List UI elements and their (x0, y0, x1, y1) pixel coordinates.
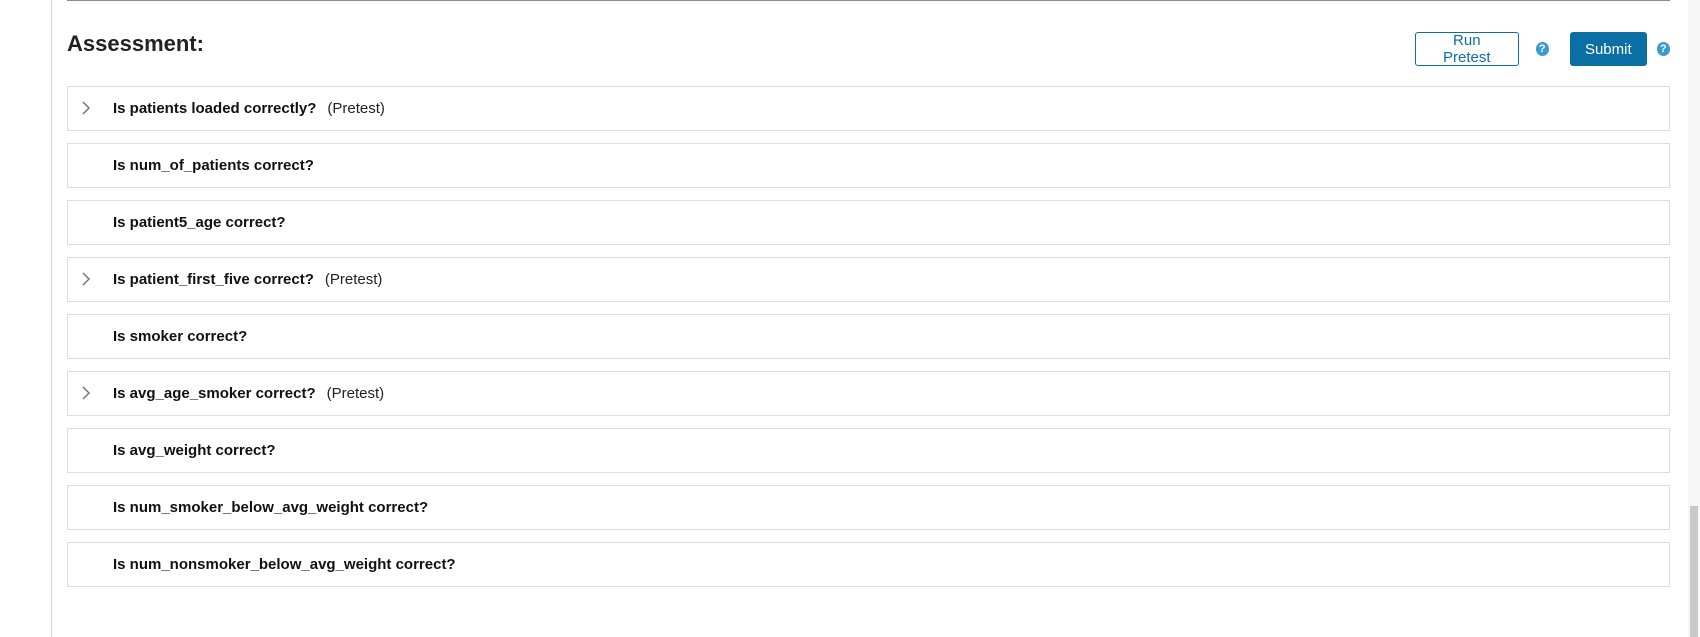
submit-button[interactable]: Submit (1569, 32, 1647, 66)
assessment-item-text: Is patient5_age correct? (113, 214, 286, 232)
submit-help-icon[interactable]: ? (1656, 42, 1670, 56)
assessment-item-text: Is avg_weight correct? (113, 442, 276, 460)
assessment-item[interactable]: Is num_of_patients correct? (67, 143, 1670, 188)
assessment-item-text: Is num_of_patients correct? (113, 157, 314, 175)
pretest-tag: (Pretest) (326, 385, 385, 402)
assessment-item-text: Is patient_first_five correct? (Pretest) (113, 271, 382, 289)
assessment-heading: Assessment: (67, 31, 204, 56)
section-divider (67, 0, 1670, 1)
assessment-item[interactable]: Is patients loaded correctly? (Pretest) (67, 86, 1670, 131)
assessment-item-title: Is smoker correct? (113, 328, 248, 345)
assessment-item[interactable]: Is patient5_age correct? (67, 200, 1670, 245)
assessment-item-text: Is smoker correct? (113, 328, 247, 346)
assessment-item-text: Is avg_age_smoker correct? (Pretest) (113, 385, 384, 403)
assessment-item-title: Is num_nonsmoker_below_avg_weight correc… (113, 556, 456, 573)
assessment-item-text: Is num_smoker_below_avg_weight correct? (113, 499, 428, 517)
assessment-item-title: Is patients loaded correctly? (113, 100, 317, 117)
assessment-item-title: Is num_of_patients correct? (113, 157, 314, 174)
pretest-tag: (Pretest) (324, 271, 383, 288)
chevron-right-icon[interactable] (80, 384, 92, 402)
content-left-border (51, 0, 52, 637)
pretest-tag: (Pretest) (327, 100, 385, 117)
assessment-list: Is patients loaded correctly? (Pretest) I… (67, 86, 1670, 599)
submit-wrapper: Submit (1569, 32, 1647, 66)
assessment-item[interactable]: Is smoker correct? (67, 314, 1670, 359)
assessment-item[interactable]: Is num_smoker_below_avg_weight correct? (67, 485, 1670, 530)
assessment-item-title: Is patient5_age correct? (113, 214, 286, 231)
chevron-right-icon[interactable] (80, 270, 92, 288)
scrollbar[interactable] (1688, 0, 1700, 637)
assessment-item-title: Is avg_age_smoker correct? (113, 385, 316, 402)
assessment-toolbar: Run Pretest ? Submit ? (1415, 32, 1670, 66)
assessment-item[interactable]: Is avg_weight correct? (67, 428, 1670, 473)
chevron-right-icon[interactable] (80, 99, 92, 117)
assessment-item-text: Is num_nonsmoker_below_avg_weight correc… (113, 556, 456, 574)
run-pretest-button[interactable]: Run Pretest (1415, 32, 1519, 66)
assessment-item[interactable]: Is num_nonsmoker_below_avg_weight correc… (67, 542, 1670, 587)
assessment-item[interactable]: Is avg_age_smoker correct? (Pretest) (67, 371, 1670, 416)
assessment-item-title: Is patient_first_five correct? (113, 271, 314, 288)
assessment-item[interactable]: Is patient_first_five correct? (Pretest) (67, 257, 1670, 302)
assessment-item-title: Is num_smoker_below_avg_weight correct? (113, 499, 429, 516)
page: Assessment: Run Pretest ? Submit ? Is pa… (0, 0, 1700, 637)
assessment-item-text: Is patients loaded correctly? (Pretest) (113, 100, 385, 118)
assessment-item-title: Is avg_weight correct? (113, 442, 276, 459)
run-pretest-help-icon[interactable]: ? (1535, 42, 1549, 56)
scrollbar-thumb[interactable] (1690, 506, 1698, 637)
